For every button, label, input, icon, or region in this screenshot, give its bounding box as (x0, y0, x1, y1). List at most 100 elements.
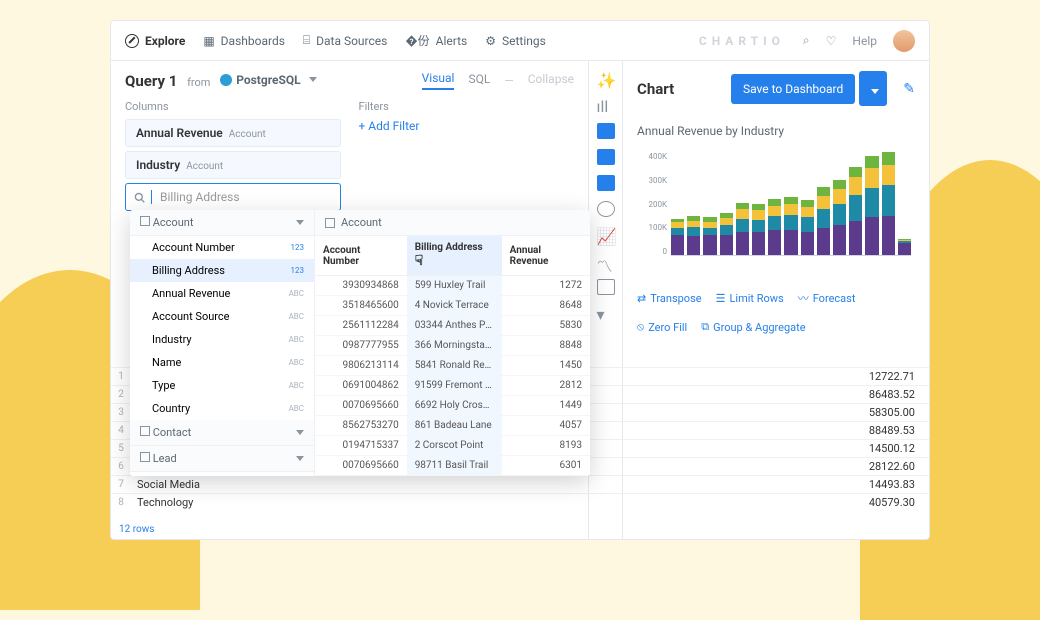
step-icon: ☰ (716, 292, 726, 305)
pointer-cursor-icon: ☟ (415, 253, 424, 269)
avatar[interactable] (893, 30, 915, 52)
tab-visual[interactable]: Visual (422, 71, 455, 90)
bar[interactable] (671, 219, 684, 255)
bell-icon[interactable]: ♡ (826, 34, 837, 48)
columns-label: Columns (125, 100, 341, 113)
more-icon[interactable]: ▾ (597, 305, 615, 321)
datasource-picker[interactable]: PostgreSQL (220, 73, 316, 87)
chevron-down-icon (296, 220, 304, 225)
chevron-down-icon (309, 77, 317, 82)
area-icon[interactable]: 〽 (597, 253, 615, 269)
column-chip[interactable]: Annual RevenueAccount (125, 119, 341, 147)
save-to-dashboard-button[interactable]: Save to Dashboard (731, 74, 855, 104)
field-option[interactable]: Account SourceABC (130, 305, 314, 328)
preview-row: 007069566098711 Basil Trail6301 (315, 456, 590, 476)
preview-header: Account (315, 210, 590, 236)
bar[interactable] (882, 152, 895, 255)
db-icon: ⌸ (303, 33, 310, 48)
col-annual-revenue[interactable]: Annual Revenue (502, 236, 590, 276)
preview-row: 98062131145841 Ronald Regan...1450 (315, 356, 590, 376)
group-lead[interactable]: Lead (130, 446, 314, 472)
nav-alerts[interactable]: �份Alerts (405, 32, 467, 49)
result-row[interactable]: 8Technology40579.30 (111, 493, 929, 511)
bar-icon[interactable]: ıll (597, 97, 615, 113)
pipeline-group-aggregate[interactable]: ⧉Group & Aggregate (701, 320, 805, 334)
nav-dashboards[interactable]: ▦Dashboards (203, 34, 285, 48)
sparkle-icon[interactable]: ✨ (597, 71, 615, 87)
bar[interactable] (784, 197, 797, 255)
bar[interactable] (720, 213, 733, 255)
bar[interactable] (736, 203, 749, 255)
preview-row: 35184656004 Novick Terrace8648 (315, 296, 590, 316)
column-picker-dropdown: Account Account Number123Billing Address… (130, 210, 590, 476)
grid-icon[interactable] (597, 279, 615, 295)
bar[interactable] (817, 187, 830, 255)
field-option[interactable]: CountryABC (130, 397, 314, 420)
tab-collapse[interactable]: Collapse (528, 72, 574, 89)
bar[interactable] (833, 180, 846, 255)
bar[interactable] (703, 217, 716, 255)
column-chip[interactable]: IndustryAccount (125, 151, 341, 179)
search-placeholder: Billing Address (160, 190, 240, 204)
table-icon[interactable] (597, 149, 615, 165)
gear-icon: ⚙ (485, 34, 496, 48)
field-option[interactable]: NameABC (130, 351, 314, 374)
result-row[interactable]: 7Social Media14493.83 (111, 475, 929, 493)
bar[interactable] (752, 204, 765, 255)
group-account[interactable]: Account (130, 210, 314, 236)
bar[interactable] (768, 199, 781, 255)
preview-table: Account Number Billing Address ☟ Annual … (315, 236, 590, 476)
pipeline-forecast[interactable]: 〰Forecast (798, 290, 856, 306)
table-icon (140, 452, 150, 462)
add-filter-button[interactable]: + Add Filter (359, 119, 575, 133)
table-icon (140, 216, 150, 226)
pipeline-zero-fill[interactable]: ⦸Zero Fill (637, 320, 687, 334)
chart-title: Chart (637, 80, 721, 98)
step-icon: 〰 (798, 290, 809, 306)
bar[interactable] (687, 216, 700, 255)
nav-explore[interactable]: Explore (125, 34, 185, 48)
tab-sql[interactable]: SQL (468, 72, 490, 89)
field-option[interactable]: TypeABC (130, 374, 314, 397)
pie-icon[interactable] (597, 201, 615, 217)
bar[interactable] (801, 200, 814, 255)
field-option[interactable]: IndustryABC (130, 328, 314, 351)
grid-icon: ▦ (203, 34, 214, 48)
query-title: Query 1 from PostgreSQL (125, 72, 317, 90)
search-icon[interactable]: ⌕ (803, 33, 810, 48)
table-icon (325, 218, 335, 228)
nav-settings[interactable]: ⚙Settings (485, 34, 546, 48)
pipeline-limit-rows[interactable]: ☰Limit Rows (716, 290, 784, 306)
help-link[interactable]: Help (852, 34, 877, 48)
group-contact[interactable]: Contact (130, 420, 314, 446)
line-icon[interactable]: 📈 (597, 227, 615, 243)
nav-datasources[interactable]: ⌸Data Sources (303, 33, 387, 48)
preview-row: 256111228403344 Anthes Park...5830 (315, 316, 590, 336)
preview-row: 00706956606692 Holy Cross Co...1449 (315, 396, 590, 416)
text-cursor (151, 190, 152, 204)
search-icon (134, 192, 145, 203)
column-search-input[interactable]: Billing Address (125, 183, 341, 211)
divider: — (504, 74, 513, 88)
preview-row: 01947153372 Corscot Point8193 (315, 436, 590, 456)
bar[interactable] (898, 239, 911, 255)
chevron-down-icon (871, 89, 879, 94)
step-icon: ⇄ (637, 292, 646, 305)
edit-icon[interactable]: ✎ (903, 81, 915, 97)
field-option[interactable]: Account Number123 (130, 236, 314, 259)
bar[interactable] (849, 167, 862, 255)
pipeline-transpose[interactable]: ⇄Transpose (637, 290, 702, 306)
chart-plot: 400K300K200K100K0 (637, 152, 915, 272)
field-option[interactable]: Billing Address123 (130, 259, 314, 282)
field-option[interactable]: Annual RevenueABC (130, 282, 314, 305)
column-icon[interactable] (597, 175, 615, 191)
save-dropdown-button[interactable] (859, 71, 887, 106)
number-icon[interactable] (597, 123, 615, 139)
preview-row: 3930934868599 Huxley Trail1272 (315, 276, 590, 296)
postgres-icon (220, 74, 232, 86)
col-billing-address[interactable]: Billing Address ☟ (407, 236, 502, 276)
bar[interactable] (865, 156, 878, 255)
preview-row: 0987777955366 Morningstar Hill8848 (315, 336, 590, 356)
table-icon (140, 426, 150, 436)
col-account-number[interactable]: Account Number (315, 236, 407, 276)
